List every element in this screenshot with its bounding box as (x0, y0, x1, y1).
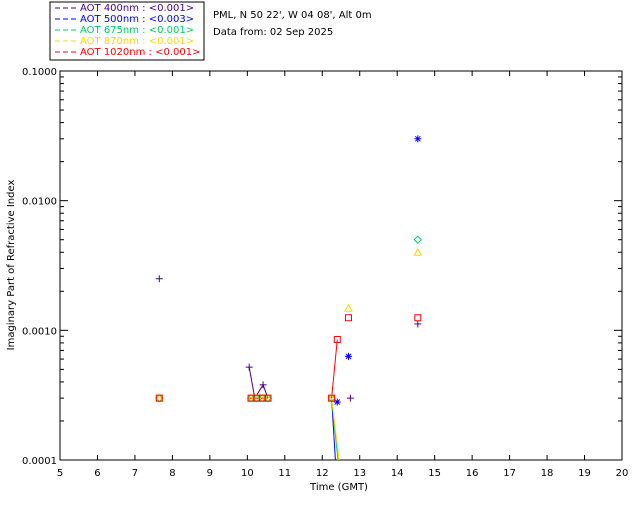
x-tick-label: 15 (428, 468, 441, 479)
x-tick-label: 17 (503, 468, 516, 479)
x-tick-label: 13 (353, 468, 366, 479)
site-title: PML, N 50 22', W 04 08', Alt 0m (213, 10, 372, 21)
x-tick-label: 10 (241, 468, 254, 479)
square-marker (414, 314, 422, 322)
series-lines (248, 339, 340, 461)
legend-label: AOT 1020nm : <0.001> (80, 47, 200, 58)
triangle-marker (344, 303, 353, 312)
x-axis-label: Time (GMT) (309, 482, 368, 493)
plus-marker (155, 275, 163, 283)
legend: AOT 400nm : <0.001>AOT 500nm : <0.003>AO… (49, 1, 205, 61)
x-tick-label: 14 (391, 468, 404, 479)
x-tick-label: 11 (278, 468, 291, 479)
x-tick-label: 5 (57, 468, 63, 479)
y-tick-label: 0.0100 (22, 197, 57, 208)
series-line (331, 398, 340, 461)
asterisk-marker (414, 135, 422, 143)
x-tick-label: 7 (132, 468, 138, 479)
x-tick-label: 18 (541, 468, 554, 479)
plus-marker (245, 363, 253, 371)
y-tick-label: 0.0010 (22, 326, 57, 337)
x-tick-label: 20 (616, 468, 629, 479)
y-axis-label: Imaginary Part of Refractive Index (6, 180, 17, 351)
legend-label: AOT 500nm : <0.003> (80, 14, 194, 25)
legend-label: AOT 400nm : <0.001> (80, 3, 194, 14)
date-line: Data from: 02 Sep 2025 (213, 27, 333, 38)
y-tick-label: 0.1000 (22, 67, 57, 78)
plot-frame (59, 70, 623, 461)
legend-label: AOT 870nm : <0.001> (80, 36, 194, 47)
axis-ticks: 5 6 7 8 9 10 11 12 13 14 15 16 17 18 19 20 0.0001 0.0010 0… (22, 67, 628, 479)
plus-marker (414, 320, 422, 328)
x-tick-label: 8 (169, 468, 175, 479)
plus-marker (259, 381, 267, 389)
y-tick-label: 0.0001 (22, 456, 57, 467)
series-line (331, 339, 338, 399)
chart-canvas: AOT 400nm : <0.001>AOT 500nm : <0.003>AO… (6, 1, 628, 493)
x-tick-label: 9 (207, 468, 213, 479)
x-tick-label: 19 (578, 468, 591, 479)
plus-marker (346, 394, 354, 402)
asterisk-marker (344, 352, 352, 360)
x-tick-label: 6 (94, 468, 100, 479)
data-marks (154, 135, 423, 406)
diamond-marker (413, 235, 423, 244)
square-marker (344, 314, 352, 322)
triangle-marker (413, 247, 423, 256)
series-line (248, 367, 269, 400)
x-tick-label: 16 (466, 468, 479, 479)
x-tick-label: 12 (316, 468, 329, 479)
legend-label: AOT 675nm : <0.001> (80, 25, 194, 36)
